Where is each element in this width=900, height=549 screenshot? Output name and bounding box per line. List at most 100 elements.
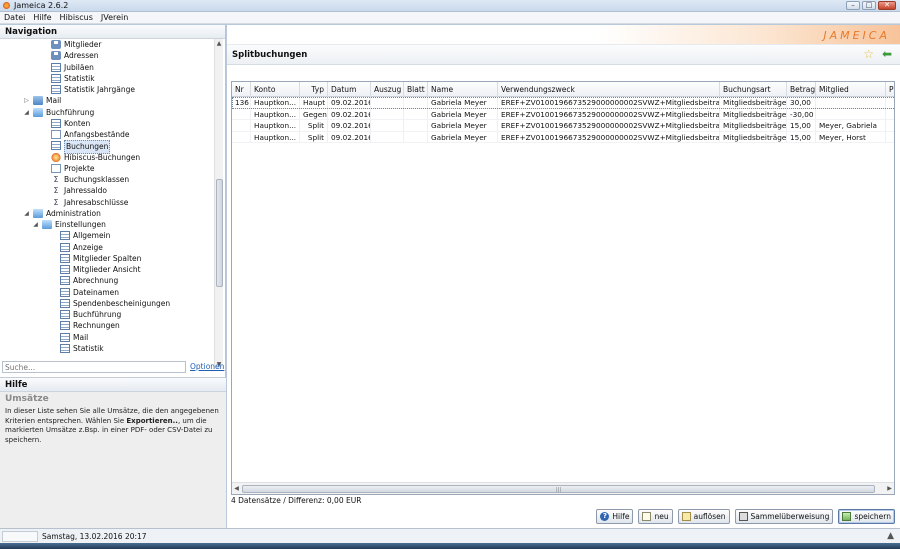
expand-arrow-icon[interactable]: ▷: [23, 97, 30, 104]
table-body: 136 Hauptkon... Haupt 09.02.2016 Gabriel…: [232, 97, 894, 143]
tree-item[interactable]: Mitglieder Spalten: [0, 253, 214, 264]
tree-item[interactable]: Hibiscus-Buchungen: [0, 152, 214, 163]
tree-item[interactable]: ▷ Mail: [0, 95, 214, 106]
tree-item[interactable]: Projekte: [0, 163, 214, 174]
navigation-scrollbar[interactable]: ▲ ▼: [214, 39, 223, 369]
tree-item[interactable]: Statistik: [0, 343, 214, 354]
new-document-icon: [642, 512, 652, 521]
table-row[interactable]: 136 Hauptkon... Haupt 09.02.2016 Gabriel…: [232, 97, 894, 109]
scroll-up-icon[interactable]: ▲: [215, 39, 223, 48]
maximize-button[interactable]: □: [862, 1, 876, 10]
collapse-arrow-icon[interactable]: ◢: [32, 221, 39, 228]
star-icon[interactable]: ☆: [863, 47, 874, 61]
tree-item[interactable]: Statistik Jahrgänge: [0, 84, 214, 95]
collapse-arrow-icon[interactable]: ◢: [23, 210, 30, 217]
jameica-app-icon: [2, 1, 11, 10]
menu-hilfe[interactable]: Hilfe: [33, 13, 51, 22]
col-pr[interactable]: Pr: [886, 82, 894, 97]
main-pane: JAMEICA Splitbuchungen ☆ ⬅ Nr Konto Typ …: [227, 25, 900, 528]
tree-item[interactable]: Σ Jahresabschlüsse: [0, 197, 214, 208]
col-nr[interactable]: Nr: [232, 82, 251, 97]
tree-item[interactable]: Dateinamen: [0, 287, 214, 298]
cell-betrag: 15,00: [787, 120, 816, 131]
list-icon: [60, 298, 70, 308]
tree-item[interactable]: Buchungen: [0, 140, 214, 154]
tree-item[interactable]: Rechnungen: [0, 320, 214, 331]
hibiscus-icon: [51, 152, 61, 162]
tree-item[interactable]: Konten: [0, 118, 214, 129]
tree-item[interactable]: Anfangsbestände: [0, 129, 214, 140]
col-name[interactable]: Name: [428, 82, 498, 97]
tree-item[interactable]: Adressen: [0, 50, 214, 61]
menu-datei[interactable]: Datei: [4, 13, 25, 22]
col-konto[interactable]: Konto: [251, 82, 300, 97]
tree-item-label: Administration: [46, 208, 101, 218]
back-arrow-icon[interactable]: ⬅: [882, 47, 892, 61]
tree-item[interactable]: Σ Jahressaldo: [0, 185, 214, 196]
col-buchungsart[interactable]: Buchungsart: [720, 82, 787, 97]
tree-item[interactable]: Spendenbescheinigungen: [0, 298, 214, 309]
cell-konto: Hauptkon...: [251, 120, 300, 131]
scroll-left-icon[interactable]: ◀: [232, 483, 241, 494]
search-input[interactable]: [2, 361, 186, 373]
statistics-icon: [51, 73, 61, 83]
cell-nr: 136: [232, 97, 251, 108]
collapse-arrow-icon[interactable]: ◢: [23, 109, 30, 116]
tree-item[interactable]: Statistik: [0, 73, 214, 84]
window-title: Jameica 2.6.2: [14, 1, 69, 10]
col-mitglied[interactable]: Mitglied: [816, 82, 886, 97]
scroll-thumb[interactable]: [216, 179, 223, 287]
options-link[interactable]: Optionen: [190, 362, 224, 371]
new-button[interactable]: neu: [638, 509, 673, 524]
col-auszug[interactable]: Auszug: [371, 82, 404, 97]
tree-item[interactable]: Σ Buchungsklassen: [0, 174, 214, 185]
tree-item[interactable]: Anzeige: [0, 242, 214, 253]
cell-verwendungszweck: EREF+ZV0100196673529000000002SVWZ+Mitgli…: [498, 120, 720, 131]
col-typ[interactable]: Typ: [300, 82, 328, 97]
col-verwendungszweck[interactable]: Verwendungszweck: [498, 82, 720, 97]
col-datum[interactable]: Datum: [328, 82, 371, 97]
cell-typ: Split: [300, 131, 328, 142]
scroll-thumb[interactable]: |||: [242, 485, 875, 493]
minimize-button[interactable]: –: [846, 1, 860, 10]
col-blatt[interactable]: Blatt: [404, 82, 428, 97]
tree-item[interactable]: Jubiläen: [0, 62, 214, 73]
tree-item-label: Statistik: [73, 343, 104, 353]
cell-pr: [886, 132, 894, 143]
tree-item[interactable]: Abrechnung: [0, 275, 214, 286]
tree-item[interactable]: Mail: [0, 332, 214, 343]
table-row[interactable]: Hauptkon... Split 09.02.2016 Gabriela Me…: [232, 120, 894, 132]
cell-blatt: [404, 120, 428, 131]
tree-item[interactable]: Mitglieder Ansicht: [0, 264, 214, 275]
cell-nr: [232, 108, 251, 119]
menu-jverein[interactable]: JVerein: [101, 13, 128, 22]
help-button[interactable]: ? Hilfe: [596, 509, 634, 524]
table-row[interactable]: Hauptkon... Gegen 09.02.2016 Gabriela Me…: [232, 108, 894, 120]
col-betrag[interactable]: Betrag: [787, 82, 816, 97]
table-row[interactable]: Hauptkon... Split 09.02.2016 Gabriela Me…: [232, 131, 894, 143]
tree-item[interactable]: Allgemein: [0, 230, 214, 241]
cell-datum: 09.02.2016: [328, 108, 371, 119]
tree-item[interactable]: ◢ Einstellungen: [0, 219, 214, 230]
help-header: Hilfe: [0, 378, 226, 392]
help-text-bold: Exportieren..: [126, 416, 178, 425]
tree-item-label: Jahressaldo: [64, 186, 107, 196]
cell-mitglied: [816, 97, 886, 108]
collective-transfer-button[interactable]: Sammelüberweisung: [734, 509, 834, 524]
tree-item[interactable]: ◢ Buchführung: [0, 107, 214, 118]
list-icon: [51, 62, 61, 72]
table-horizontal-scrollbar[interactable]: ◀ ||| ▶: [232, 482, 894, 494]
close-button[interactable]: ✕: [878, 1, 896, 10]
scroll-right-icon[interactable]: ▶: [885, 483, 894, 494]
menu-hibiscus[interactable]: Hibiscus: [60, 13, 93, 22]
status-arrow-icon[interactable]: ▲: [887, 531, 894, 541]
tree-item[interactable]: ◢ Administration: [0, 208, 214, 219]
dissolve-button[interactable]: auflösen: [677, 509, 730, 524]
cell-typ: Split: [300, 120, 328, 131]
save-button[interactable]: speichern: [838, 509, 895, 524]
os-taskbar: [0, 543, 900, 549]
tree-item[interactable]: Buchführung: [0, 309, 214, 320]
table-header: Nr Konto Typ Datum Auszug Blatt Name Ver…: [232, 82, 894, 97]
tree-item-label: Adressen: [64, 51, 99, 61]
tree-item[interactable]: Mitglieder: [0, 39, 214, 50]
